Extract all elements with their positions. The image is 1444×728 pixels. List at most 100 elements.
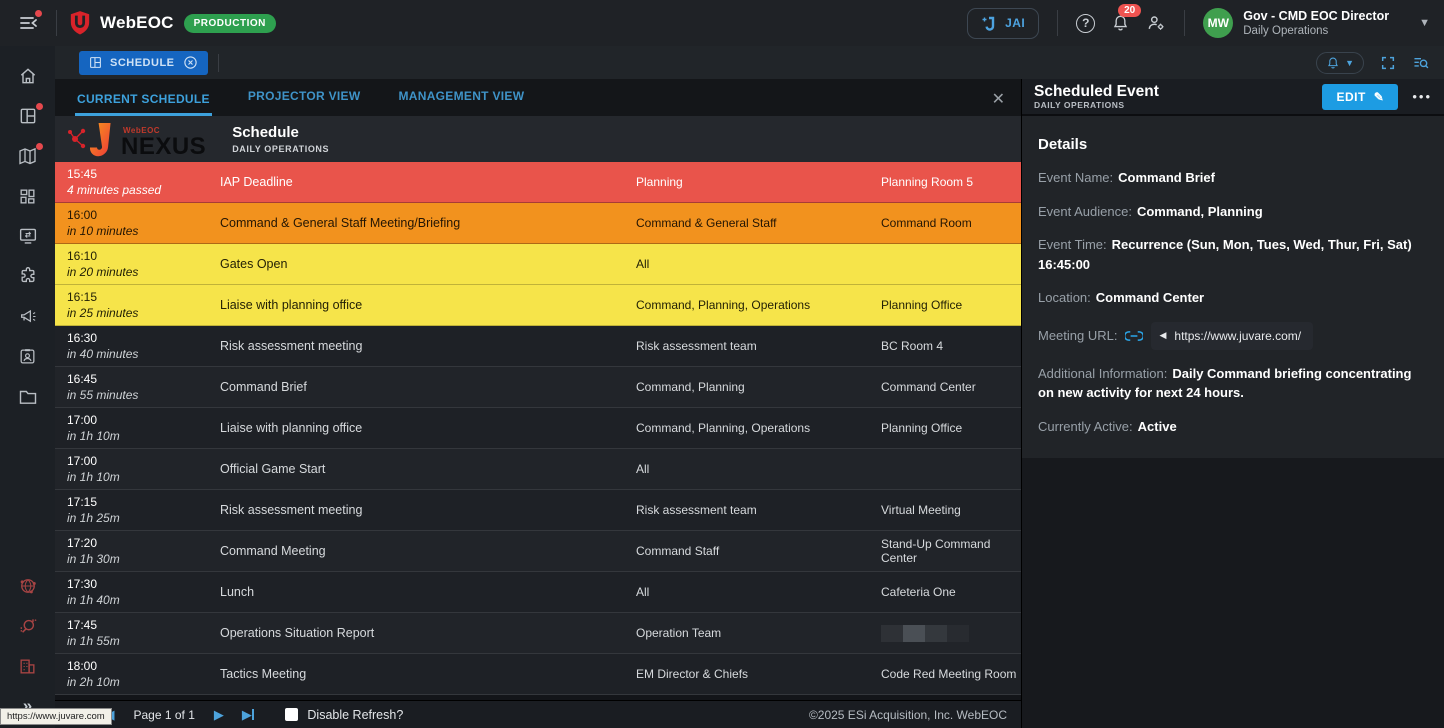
divider (218, 54, 219, 72)
jai-button[interactable]: JAI (967, 8, 1039, 39)
event-location (881, 449, 1021, 489)
workspace-tab-strip: SCHEDULE ▼ (55, 46, 1444, 79)
divider (1184, 10, 1185, 36)
help-icon[interactable]: ? (1076, 14, 1095, 33)
more-options-icon[interactable]: ••• (1412, 89, 1432, 104)
table-row[interactable]: 17:15 in 1h 25m Risk assessment meeting … (55, 490, 1021, 531)
bell-icon[interactable]: 20 (1111, 13, 1130, 33)
sidebar-item-organization[interactable] (8, 646, 48, 686)
sidebar-item-apps-grid[interactable] (8, 176, 48, 216)
event-audience: Command Staff (636, 531, 881, 571)
menu-alert-dot (35, 10, 42, 17)
tab-current-schedule[interactable]: CURRENT SCHEDULE (75, 92, 212, 116)
field-label: Event Name: (1038, 170, 1113, 185)
top-bar: WebEOC PRODUCTION JAI ? 20 MW Gov - CMD … (0, 0, 1444, 46)
last-page-icon[interactable]: ▶ (242, 708, 255, 721)
event-time: 17:00 (67, 454, 220, 468)
event-location: Planning Room 5 (881, 162, 1021, 202)
filter-search-icon[interactable] (1412, 55, 1430, 71)
field-value: Command, Planning (1137, 204, 1263, 219)
field-location: Location:Command Center (1038, 288, 1428, 308)
disable-refresh-control[interactable]: Disable Refresh? (285, 708, 403, 722)
table-row[interactable]: 17:00 in 1h 10m Liaise with planning off… (55, 408, 1021, 449)
event-time: 17:30 (67, 577, 220, 591)
event-relative-time: in 1h 10m (67, 470, 220, 484)
field-additional-information: Additional Information:Daily Command bri… (1038, 364, 1428, 403)
board-header: WebEOC NEXUS Schedule DAILY OPERATIONS (55, 116, 1021, 162)
meeting-url-tooltip[interactable]: ◀ https://www.juvare.com/ (1151, 322, 1313, 350)
event-audience: All (636, 449, 881, 489)
table-row[interactable]: 15:45 4 minutes passed IAP Deadline Plan… (55, 162, 1021, 203)
link-icon[interactable] (1125, 330, 1143, 342)
table-row[interactable]: 18:00 in 2h 10m Tactics Meeting EM Direc… (55, 654, 1021, 695)
event-audience: Risk assessment team (636, 326, 881, 366)
workspace-tab-label: SCHEDULE (110, 57, 175, 69)
menu-collapse-icon[interactable] (14, 8, 44, 38)
sidebar-item-plugins[interactable] (8, 256, 48, 296)
event-name: Operations Situation Report (220, 613, 636, 653)
sidebar-item-announcements[interactable] (8, 296, 48, 336)
field-label: Event Time: (1038, 237, 1107, 252)
event-relative-time: in 1h 30m (67, 552, 220, 566)
sidebar-item-home[interactable] (8, 56, 48, 96)
table-row[interactable]: 17:30 in 1h 40m Lunch All Cafeteria One (55, 572, 1021, 613)
table-row[interactable]: 16:15 in 25 minutes Liaise with planning… (55, 285, 1021, 326)
sidebar-item-files[interactable] (8, 376, 48, 416)
jai-label: JAI (1005, 16, 1025, 30)
environment-badge: PRODUCTION (184, 14, 276, 33)
event-location: Planning Office (881, 285, 1021, 325)
event-name: Official Game Start (220, 449, 636, 489)
sidebar-item-screen-share[interactable] (8, 216, 48, 256)
time-cell: 17:00 in 1h 10m (55, 408, 220, 448)
edit-button[interactable]: EDIT ✎ (1322, 84, 1398, 110)
sidebar-item-maps[interactable] (8, 136, 48, 176)
table-row[interactable]: 16:30 in 40 minutes Risk assessment meet… (55, 326, 1021, 367)
workspace-tab-schedule[interactable]: SCHEDULE (79, 51, 208, 75)
nexus-name-label: NEXUS (121, 135, 206, 159)
page-label: Page 1 of 1 (134, 708, 195, 722)
table-row[interactable]: 16:10 in 20 minutes Gates Open All (55, 244, 1021, 285)
event-location: Planning Office (881, 408, 1021, 448)
fullscreen-icon[interactable] (1380, 55, 1396, 71)
event-relative-time: in 25 minutes (67, 306, 220, 320)
event-location: Virtual Meeting (881, 490, 1021, 530)
field-event-time: Event Time:Recurrence (Sun, Mon, Tues, W… (1038, 235, 1428, 274)
disable-refresh-checkbox[interactable] (285, 708, 298, 721)
event-time: 16:15 (67, 290, 220, 304)
bell-dropdown-icon (1326, 56, 1340, 70)
event-name: Command Meeting (220, 531, 636, 571)
caret-down-icon[interactable]: ▼ (1419, 17, 1430, 29)
event-location (881, 613, 1021, 653)
table-row[interactable]: 17:45 in 1h 55m Operations Situation Rep… (55, 613, 1021, 654)
event-audience: EM Director & Chiefs (636, 654, 881, 694)
event-audience: Command, Planning, Operations (636, 408, 881, 448)
event-name: Command & General Staff Meeting/Briefing (220, 203, 636, 243)
board-subtitle: DAILY OPERATIONS (232, 144, 329, 154)
table-row[interactable]: 16:00 in 10 minutes Command & General St… (55, 203, 1021, 244)
close-icon[interactable]: ✕ (992, 92, 1005, 108)
event-time: 18:00 (67, 659, 220, 673)
user-settings-icon[interactable] (1146, 13, 1166, 33)
sidebar-item-analytics-search[interactable] (8, 606, 48, 646)
avatar[interactable]: MW (1203, 8, 1233, 38)
next-page-icon[interactable]: ▶ (214, 708, 224, 721)
notification-count-badge: 20 (1118, 4, 1141, 17)
table-row[interactable]: 17:00 in 1h 10m Official Game Start All (55, 449, 1021, 490)
table-row[interactable]: 17:20 in 1h 30m Command Meeting Command … (55, 531, 1021, 572)
time-cell: 16:10 in 20 minutes (55, 244, 220, 284)
close-circle-icon[interactable] (183, 55, 198, 70)
tab-projector-view[interactable]: PROJECTOR VIEW (246, 89, 363, 116)
table-row[interactable]: 16:45 in 55 minutes Command Brief Comman… (55, 367, 1021, 408)
user-menu[interactable]: Gov - CMD EOC Director Daily Operations (1243, 9, 1389, 37)
event-location: Command Center (881, 367, 1021, 407)
time-cell: 17:15 in 1h 25m (55, 490, 220, 530)
field-value: Command Brief (1118, 170, 1215, 185)
field-label: Meeting URL: (1038, 326, 1117, 346)
panel-title: Scheduled Event (1034, 84, 1159, 100)
sidebar-item-globe-network[interactable] (8, 566, 48, 606)
sidebar-item-boards[interactable] (8, 96, 48, 136)
sidebar-item-contacts[interactable] (8, 336, 48, 376)
notifications-dropdown[interactable]: ▼ (1316, 52, 1364, 74)
tab-management-view[interactable]: MANAGEMENT VIEW (396, 89, 526, 116)
event-relative-time: 4 minutes passed (67, 183, 220, 197)
